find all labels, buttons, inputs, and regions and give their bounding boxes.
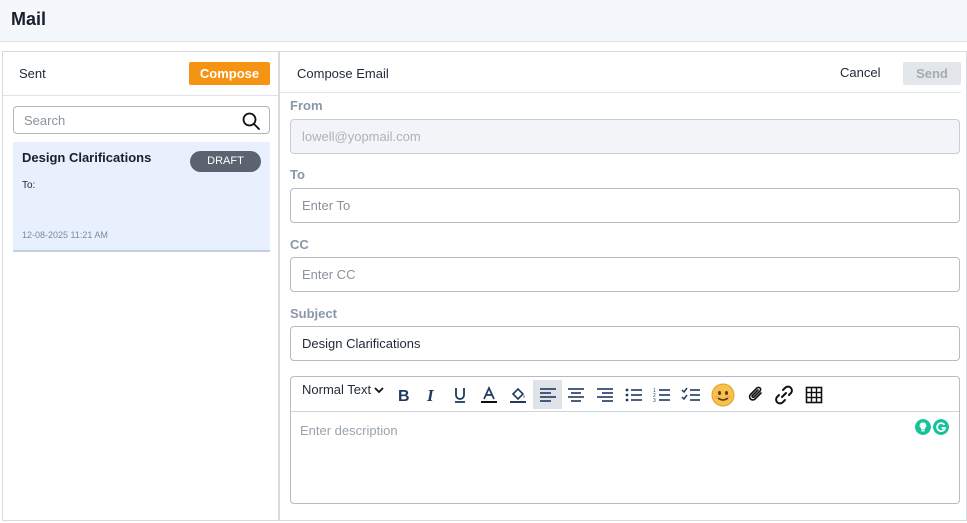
mail-item-timestamp: 12-08-2025 11:21 AM — [22, 230, 108, 240]
to-field[interactable] — [290, 188, 960, 223]
subject-label: Subject — [290, 306, 337, 321]
text-style-dropdown[interactable]: Normal Text — [302, 382, 384, 397]
table-icon[interactable] — [803, 380, 825, 409]
search-icon[interactable] — [241, 111, 261, 131]
underline-icon[interactable] — [450, 380, 470, 409]
draft-badge: DRAFT — [190, 151, 261, 172]
highlight-icon[interactable] — [508, 380, 528, 409]
text-style-label: Normal Text — [302, 382, 372, 397]
mail-list-header: Sent Compose — [3, 52, 278, 96]
compose-panel: Compose Email Cancel Send From To CC Sub… — [279, 51, 967, 521]
compose-title: Compose Email — [297, 66, 389, 81]
numbered-list-icon[interactable]: 123 — [651, 380, 673, 409]
search-input[interactable] — [14, 107, 239, 133]
from-label: From — [290, 98, 323, 113]
search-box — [13, 106, 270, 134]
compose-button[interactable]: Compose — [189, 62, 270, 85]
cc-field[interactable] — [290, 257, 960, 292]
align-right-icon[interactable] — [594, 380, 616, 409]
lightbulb-icon[interactable] — [915, 419, 931, 435]
to-label: To — [290, 167, 305, 182]
top-bar: Mail — [0, 0, 967, 42]
editor-toolbar: Normal Text B I 1 2 3 — [291, 377, 959, 412]
subject-field[interactable] — [290, 326, 960, 361]
bullet-list-icon[interactable] — [623, 380, 645, 409]
description-editor: Normal Text B I 1 2 3 Enter description — [290, 376, 960, 504]
chevron-down-icon — [374, 386, 384, 393]
mail-item-subject: Design Clarifications — [22, 150, 152, 165]
checklist-icon[interactable] — [680, 380, 702, 409]
svg-text:B: B — [398, 388, 410, 404]
compose-header: Compose Email Cancel Send — [280, 52, 961, 93]
attachment-icon[interactable] — [745, 380, 767, 409]
svg-text:3: 3 — [653, 398, 656, 403]
grammarly-icon[interactable] — [933, 419, 949, 435]
align-left-icon[interactable] — [533, 380, 562, 409]
mail-list-panel: Sent Compose Design Clarifications DRAFT… — [2, 51, 279, 521]
send-button[interactable]: Send — [903, 62, 961, 85]
mail-item-to: To: — [22, 180, 36, 191]
description-input[interactable]: Enter description — [300, 423, 398, 438]
align-center-icon[interactable] — [565, 380, 587, 409]
cancel-button[interactable]: Cancel — [840, 65, 880, 80]
sent-folder-label[interactable]: Sent — [19, 66, 46, 81]
svg-text:I: I — [426, 386, 435, 404]
link-icon[interactable] — [773, 380, 795, 409]
text-color-icon[interactable] — [479, 380, 499, 409]
bold-icon[interactable]: B — [394, 380, 414, 409]
cc-label: CC — [290, 237, 309, 252]
mail-list-item[interactable]: Design Clarifications DRAFT To: 12-08-20… — [13, 142, 270, 252]
italic-icon[interactable]: I — [422, 380, 442, 409]
emoji-icon[interactable] — [710, 380, 736, 409]
page-title: Mail — [11, 9, 47, 29]
from-field — [290, 119, 960, 154]
